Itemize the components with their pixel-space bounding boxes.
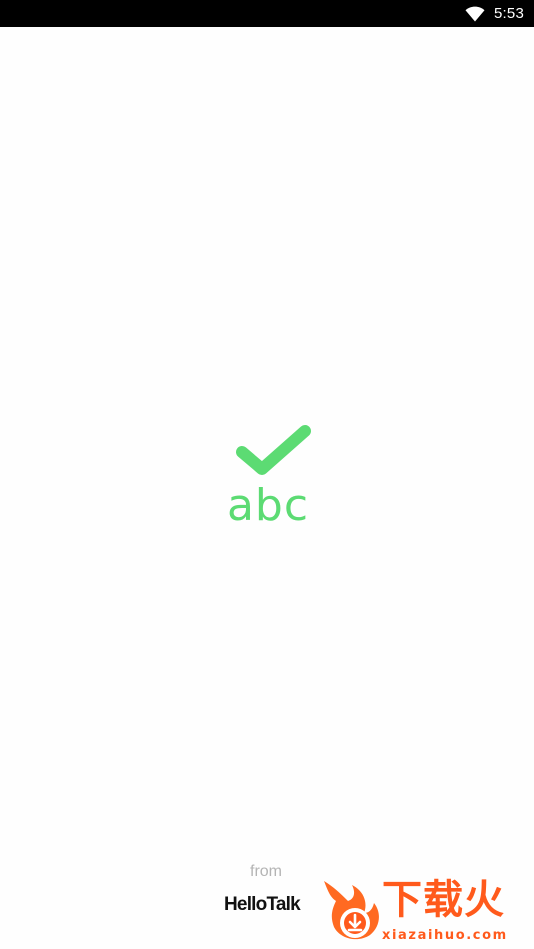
logo-text: abc: [226, 480, 310, 531]
wifi-icon: [465, 6, 485, 22]
app-logo: abc: [222, 422, 314, 534]
checkmark-icon: [236, 425, 311, 475]
status-time: 5:53: [494, 5, 524, 22]
from-label: from: [250, 863, 282, 880]
watermark-url: xiazaihuo.com: [382, 928, 508, 943]
watermark-title: 下载火: [382, 877, 505, 923]
status-bar: 5:53: [0, 0, 534, 27]
flame-download-icon: [324, 881, 379, 940]
splash-screen: 5:53 abc from HelloTalk 下载火 xiazaihuo.co…: [0, 0, 534, 949]
brand-name: HelloTalk: [224, 894, 301, 915]
